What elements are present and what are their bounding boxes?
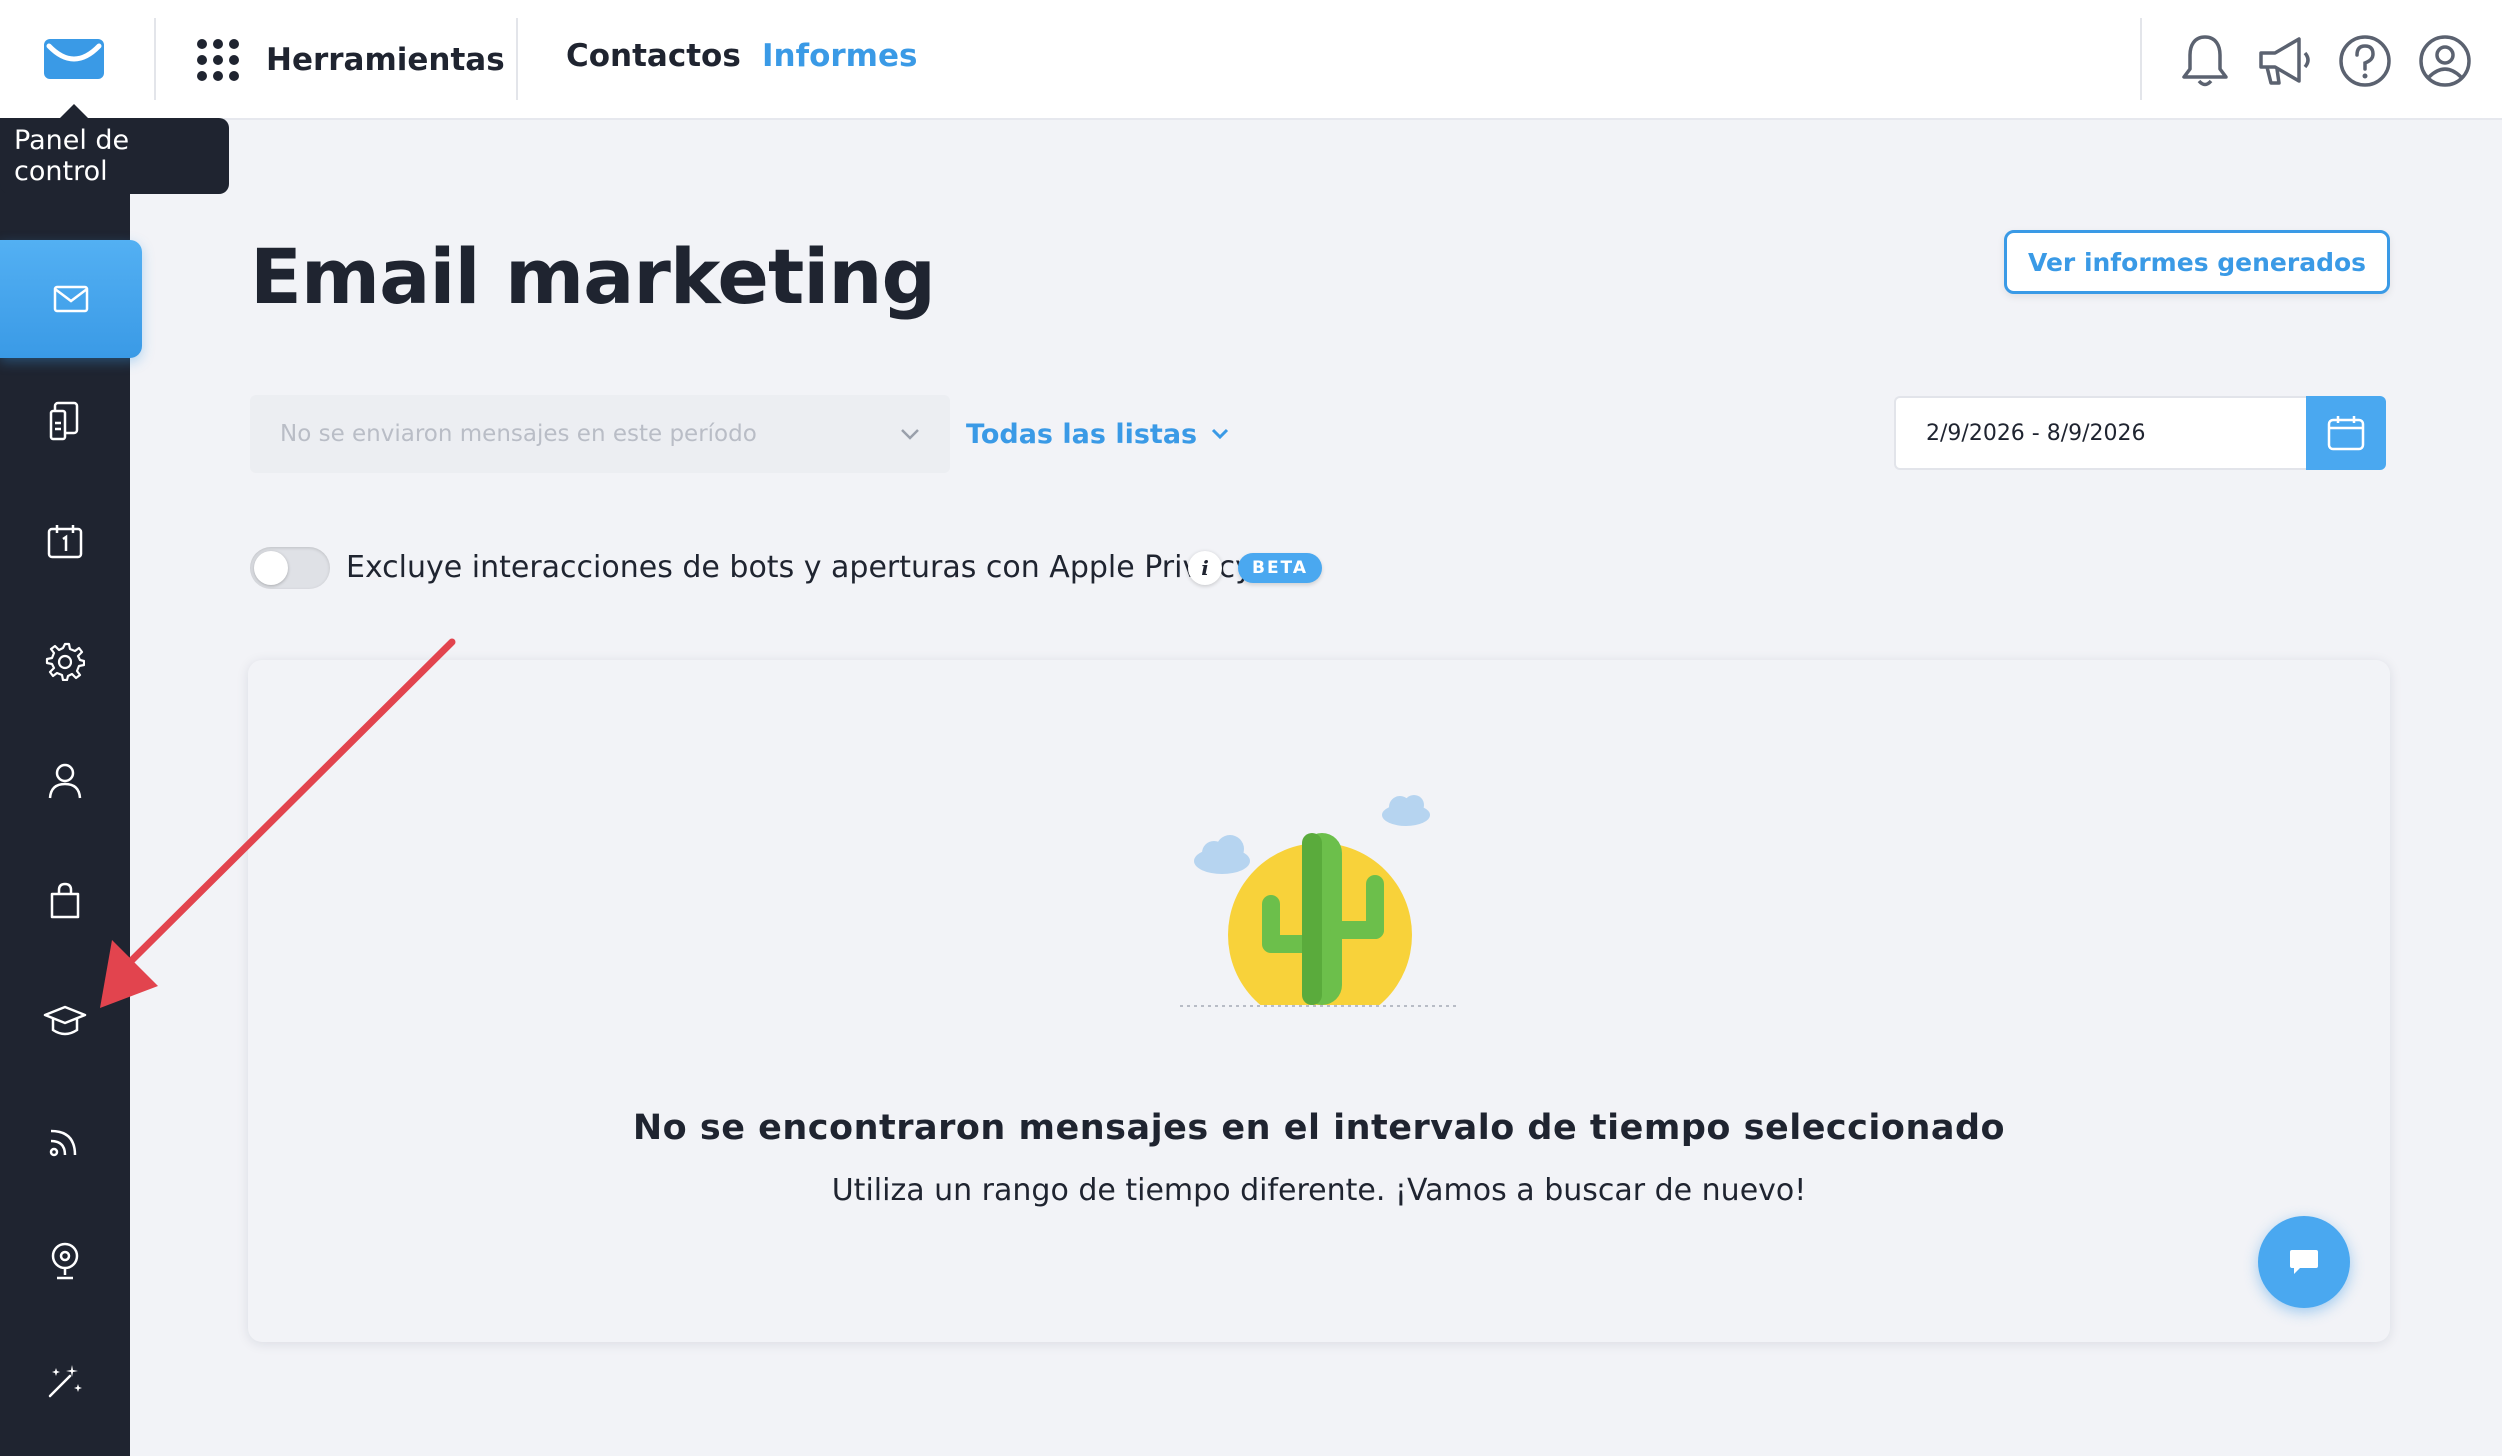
topbar-divider	[154, 18, 156, 100]
help-button[interactable]	[2334, 30, 2396, 92]
empty-state-subtitle: Utiliza un rango de tiempo diferente. ¡V…	[831, 1173, 1807, 1208]
announcements-button[interactable]	[2254, 30, 2316, 92]
chat-button[interactable]	[2258, 1216, 2350, 1308]
sidebar-item-contacts[interactable]	[0, 726, 130, 836]
dashboard-tooltip: Panel de control	[0, 104, 229, 194]
bell-icon	[2182, 35, 2228, 87]
date-range-input[interactable]: 2/9/2026 - 8/9/2026	[1894, 396, 2306, 470]
sidebar-item-ecommerce[interactable]	[0, 846, 130, 956]
ecommerce-bag-icon	[50, 882, 80, 919]
sidebar-item-email[interactable]	[0, 240, 142, 358]
lists-dropdown-label: Todas las listas	[966, 418, 1198, 450]
magic-wand-icon	[48, 1365, 82, 1398]
sidebar-item-courses[interactable]	[0, 966, 130, 1076]
view-generated-reports-button[interactable]: Ver informes generados	[2004, 230, 2390, 294]
calendar-icon	[2327, 416, 2365, 451]
tools-menu-button[interactable]: Herramientas	[196, 30, 505, 90]
automation-gear-icon	[45, 642, 85, 681]
calendar-icon	[47, 525, 83, 559]
date-picker-button[interactable]	[2306, 396, 2386, 470]
email-icon	[53, 285, 89, 313]
user-account-icon	[2419, 35, 2471, 87]
apps-grid-icon	[197, 39, 239, 81]
topbar-divider	[2140, 18, 2142, 100]
courses-graduation-cap-icon	[43, 1005, 87, 1036]
info-icon[interactable]: i	[1188, 551, 1222, 585]
message-select-placeholder: No se enviaron mensajes en este período	[280, 421, 757, 447]
megaphone-icon	[2259, 37, 2310, 85]
notifications-button[interactable]	[2174, 30, 2236, 92]
nav-contacts-link[interactable]: Contactos	[566, 38, 741, 74]
sidebar-item-webinars[interactable]	[0, 1206, 130, 1316]
sidebar-item-automation[interactable]	[0, 606, 130, 716]
empty-state-title: No se encontraron mensajes en el interva…	[632, 1108, 2006, 1148]
nav-reports-link[interactable]: Informes	[762, 38, 917, 74]
rss-icon	[49, 1129, 77, 1157]
toggle-knob	[254, 551, 288, 585]
contacts-person-icon	[48, 763, 82, 799]
lists-dropdown[interactable]: Todas las listas	[966, 412, 1229, 456]
getresponse-logo-button[interactable]	[38, 30, 110, 90]
tools-label: Herramientas	[266, 42, 505, 78]
sidebar-item-calendar[interactable]	[0, 486, 130, 596]
user-account-button[interactable]	[2414, 30, 2476, 92]
chevron-down-icon	[1212, 428, 1229, 440]
webinar-camera-icon	[51, 1242, 79, 1280]
help-icon	[2339, 35, 2391, 87]
sidebar	[0, 120, 142, 1456]
sidebar-item-landing-pages[interactable]	[0, 366, 130, 476]
message-select[interactable]: No se enviaron mensajes en este período	[250, 395, 950, 473]
beta-badge: BETA	[1238, 553, 1322, 583]
landing-page-icon	[49, 401, 79, 441]
chat-bubble-icon	[2290, 1250, 2318, 1274]
exclude-bots-label: Excluye interacciones de bots y apertura…	[346, 550, 1253, 585]
topbar-divider	[516, 18, 518, 100]
exclude-bots-toggle[interactable]	[250, 547, 330, 589]
page-title: Email marketing	[250, 232, 936, 321]
sidebar-item-ai-tools[interactable]	[0, 1326, 130, 1436]
getresponse-envelope-icon	[44, 39, 104, 79]
sidebar-item-rss[interactable]	[0, 1086, 130, 1196]
top-bar: Herramientas Contactos Informes	[0, 0, 2502, 120]
chevron-down-icon	[901, 429, 919, 440]
cactus-illustration	[1170, 795, 1470, 1015]
